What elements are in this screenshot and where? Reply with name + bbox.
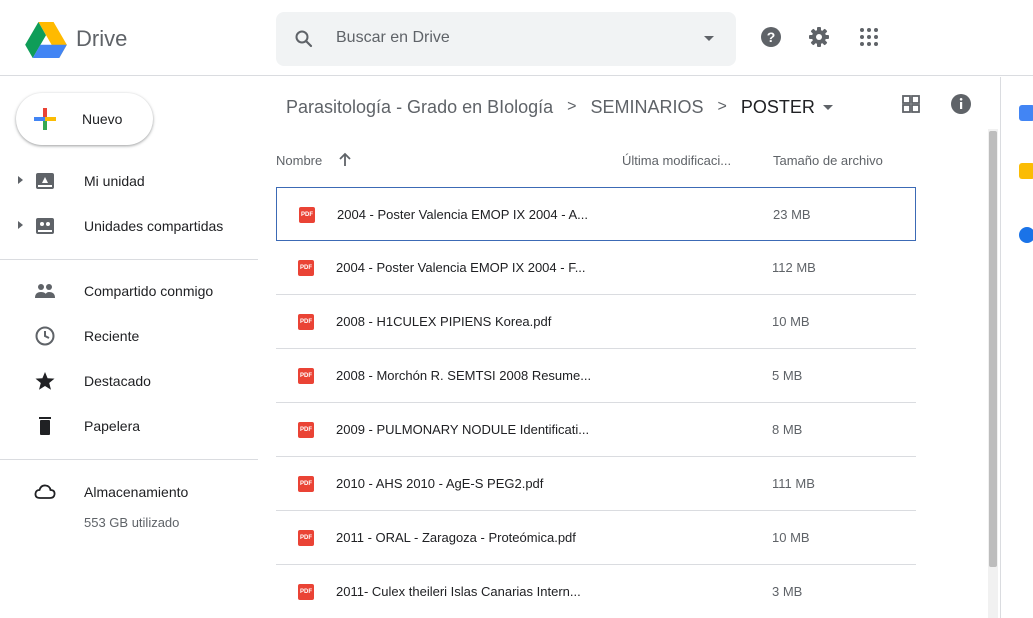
shared-drives-icon (36, 218, 54, 234)
file-size: 3 MB (772, 584, 803, 599)
pdf-file-icon: PDF (298, 260, 314, 276)
main-content: Parasitología - Grado en BIología > SEMI… (258, 77, 998, 618)
cloud-icon (34, 484, 56, 499)
star-icon (35, 372, 55, 390)
pdf-file-icon: PDF (299, 207, 315, 223)
side-panel (1000, 77, 1033, 618)
sidebar-divider (0, 259, 258, 260)
drive-logo-icon[interactable] (24, 22, 68, 58)
file-row[interactable]: PDF 2011 - ORAL - Zaragoza - Proteómica.… (276, 511, 916, 565)
pdf-file-icon: PDF (298, 422, 314, 438)
people-icon (35, 284, 55, 298)
file-name: 2008 - Morchón R. SEMTSI 2008 Resume... (336, 368, 592, 383)
file-row[interactable]: PDF 2009 - PULMONARY NODULE Identificati… (276, 403, 916, 457)
search-icon[interactable] (294, 29, 314, 49)
file-name: 2009 - PULMONARY NODULE Identificati... (336, 422, 590, 437)
sidebar-item-label: Unidades compartidas (84, 218, 224, 234)
new-button-label: Nuevo (82, 111, 123, 127)
sidebar-item-trash[interactable]: Papelera (0, 406, 258, 446)
pdf-file-icon: PDF (298, 314, 314, 330)
file-size: 5 MB (772, 368, 803, 383)
sidebar-item-label: Destacado (84, 373, 151, 389)
breadcrumb-current-folder[interactable]: POSTER (741, 97, 815, 118)
expand-caret-icon[interactable] (18, 176, 23, 184)
info-icon[interactable] (950, 93, 972, 115)
pdf-file-icon: PDF (298, 476, 314, 492)
sidebar-item-label: Almacenamiento (84, 484, 189, 500)
file-list-header: Nombre Última modificaci... Tamaño de ar… (276, 147, 916, 177)
folder-menu-chevron-down-icon[interactable] (822, 104, 833, 110)
app-title[interactable]: Drive (76, 26, 127, 52)
file-row[interactable]: PDF 2008 - H1CULEX PIPIENS Korea.pdf 10 … (276, 295, 916, 349)
plus-icon (34, 108, 56, 130)
breadcrumb-item[interactable]: Parasitología - Grado en BIología (286, 97, 553, 118)
sidebar-item-shared-with-me[interactable]: Compartido conmigo (0, 271, 258, 311)
file-list-scrollbar[interactable] (988, 129, 998, 618)
pdf-file-icon: PDF (298, 368, 314, 384)
storage-usage-text: 553 GB utilizado (84, 515, 180, 530)
file-name: 2004 - Poster Valencia EMOP IX 2004 - F.… (336, 260, 586, 275)
file-size: 111 MB (772, 476, 815, 491)
breadcrumb-chevron-icon: > (567, 98, 577, 115)
column-header-last-modified[interactable]: Última modificaci... (622, 153, 731, 168)
file-size: 23 MB (773, 207, 811, 222)
help-icon[interactable]: ? (760, 26, 782, 48)
search-input[interactable]: Buscar en Drive (336, 29, 450, 47)
sort-up-arrow-icon[interactable] (338, 151, 352, 167)
pdf-file-icon: PDF (298, 530, 314, 546)
file-name: 2004 - Poster Valencia EMOP IX 2004 - A.… (337, 207, 588, 222)
file-name: 2008 - H1CULEX PIPIENS Korea.pdf (336, 314, 552, 329)
file-row[interactable]: PDF 2008 - Morchón R. SEMTSI 2008 Resume… (276, 349, 916, 403)
my-drive-icon (36, 173, 54, 189)
sidebar-item-starred[interactable]: Destacado (0, 361, 258, 401)
trash-icon (39, 417, 51, 435)
sidebar-item-shared-drives[interactable]: Unidades compartidas (0, 206, 258, 246)
file-row[interactable]: PDF 2004 - Poster Valencia EMOP IX 2004 … (276, 241, 916, 295)
sidebar-item-label: Papelera (84, 418, 141, 434)
file-name: 2011- Culex theileri Islas Canarias Inte… (336, 584, 581, 599)
breadcrumb-chevron-icon: > (717, 98, 727, 115)
sidebar-item-my-drive[interactable]: Mi unidad (0, 161, 258, 201)
scrollbar-thumb[interactable] (989, 131, 997, 567)
sidebar-item-label: Mi unidad (84, 173, 145, 189)
file-size: 8 MB (772, 422, 803, 437)
sidebar-item-label: Reciente (84, 328, 140, 344)
search-options-chevron-icon[interactable] (704, 36, 714, 41)
svg-text:?: ? (767, 29, 776, 45)
pdf-file-icon: PDF (298, 584, 314, 600)
column-header-name[interactable]: Nombre (276, 153, 322, 168)
breadcrumb: Parasitología - Grado en BIología > SEMI… (286, 92, 833, 122)
new-button[interactable]: Nuevo (16, 93, 153, 145)
sidebar-item-storage[interactable]: Almacenamiento (0, 472, 258, 512)
clock-icon (35, 326, 55, 346)
grid-view-icon[interactable] (900, 93, 922, 115)
file-name: 2010 - AHS 2010 - AgE-S PEG2.pdf (336, 476, 544, 491)
file-size: 10 MB (772, 530, 810, 545)
sidebar: Nuevo Mi unidad Unidades compartidas Com… (0, 77, 258, 618)
apps-grid-icon[interactable] (858, 26, 880, 48)
breadcrumb-item[interactable]: SEMINARIOS (591, 97, 704, 118)
column-header-file-size[interactable]: Tamaño de archivo (773, 153, 883, 168)
file-row[interactable]: PDF 2011- Culex theileri Islas Canarias … (276, 565, 916, 618)
search-bar[interactable]: Buscar en Drive (276, 12, 736, 66)
sidebar-item-recent[interactable]: Reciente (0, 316, 258, 356)
tasks-icon[interactable] (1019, 227, 1033, 243)
file-name: 2011 - ORAL - Zaragoza - Proteómica.pdf (336, 530, 576, 545)
app-header: Drive Buscar en Drive ? (0, 0, 1033, 76)
sidebar-item-label: Compartido conmigo (84, 283, 214, 299)
calendar-icon[interactable] (1019, 105, 1033, 121)
file-row[interactable]: PDF 2010 - AHS 2010 - AgE-S PEG2.pdf 111… (276, 457, 916, 511)
expand-caret-icon[interactable] (18, 221, 23, 229)
keep-icon[interactable] (1019, 163, 1033, 179)
sidebar-divider (0, 459, 258, 460)
file-size: 10 MB (772, 314, 810, 329)
file-size: 112 MB (772, 260, 816, 275)
file-row[interactable]: PDF 2004 - Poster Valencia EMOP IX 2004 … (276, 187, 916, 241)
settings-gear-icon[interactable] (808, 26, 830, 48)
